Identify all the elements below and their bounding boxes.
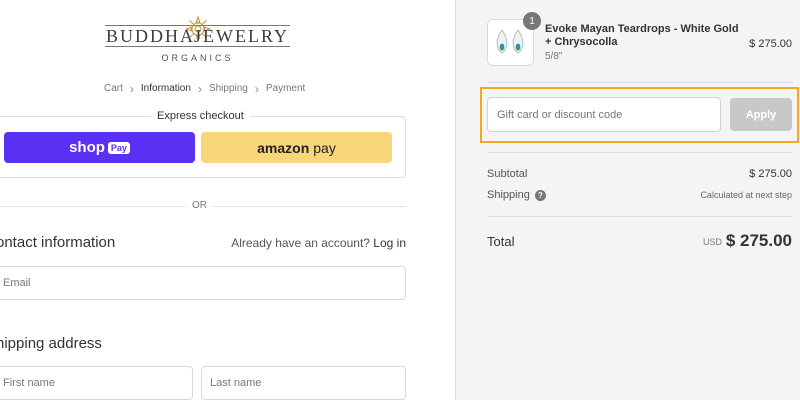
express-checkout: Express checkout shop Pay amazon pay bbox=[0, 110, 406, 178]
subtotal-label: Subtotal bbox=[487, 168, 528, 180]
checkout-main: BUDDHA JEWELRY ORGANICS Cart › Informati… bbox=[0, 0, 455, 400]
account-prompt-text: Already have an account? bbox=[231, 236, 370, 250]
total-value: $ 275.00 bbox=[725, 231, 792, 250]
breadcrumb-cart[interactable]: Cart bbox=[104, 83, 123, 94]
express-checkout-title: Express checkout bbox=[151, 110, 250, 122]
amazon-pay-label: amazon bbox=[257, 139, 310, 156]
subtotal-value: $ 275.00 bbox=[749, 168, 792, 180]
shipping-address-title: hipping address bbox=[0, 335, 102, 352]
total-label: Total bbox=[487, 234, 515, 249]
divider-or: OR bbox=[186, 200, 213, 211]
brand-word-2: JEWELRY bbox=[193, 25, 290, 47]
shipping-label-row: Shipping ? bbox=[487, 189, 546, 201]
breadcrumb-payment: Payment bbox=[265, 83, 306, 94]
brand-subtitle: ORGANICS bbox=[161, 53, 234, 63]
product-variant: 5/8" bbox=[545, 51, 563, 62]
question-icon[interactable]: ? bbox=[534, 189, 546, 201]
contact-information-title: ontact information bbox=[0, 234, 116, 251]
amazon-pay-button[interactable]: amazon pay bbox=[201, 132, 392, 163]
brand-logo[interactable]: BUDDHA JEWELRY ORGANICS bbox=[105, 16, 290, 66]
shop-pay-label: shop bbox=[69, 139, 105, 156]
chevron-right-icon: › bbox=[197, 81, 202, 96]
breadcrumb-information: Information bbox=[140, 83, 191, 94]
discount-code-input[interactable]: Gift card or discount code bbox=[487, 97, 721, 132]
divider-line bbox=[487, 216, 793, 217]
chevron-right-icon: › bbox=[254, 81, 259, 96]
quantity-badge: 1 bbox=[523, 12, 541, 30]
shipping-label: Shipping bbox=[487, 189, 530, 201]
apply-discount-button[interactable]: Apply bbox=[730, 98, 792, 131]
brand-word-1: BUDDHA bbox=[105, 25, 197, 47]
last-name-field[interactable]: Last name bbox=[201, 366, 406, 400]
product-thumbnail: 1 bbox=[487, 12, 541, 66]
breadcrumb: Cart › Information › Shipping › Payment bbox=[104, 81, 306, 96]
shipping-value: Calculated at next step bbox=[700, 190, 792, 200]
product-price: $ 275.00 bbox=[749, 38, 792, 50]
account-prompt: Already have an account? Log in bbox=[231, 236, 406, 250]
login-link[interactable]: Log in bbox=[373, 236, 406, 250]
total-currency: USD bbox=[702, 237, 722, 247]
product-name: Evoke Mayan Teardrops - White Gold + Chr… bbox=[545, 23, 739, 48]
first-name-field[interactable]: First name bbox=[0, 366, 193, 400]
chevron-right-icon: › bbox=[129, 81, 134, 96]
shop-pay-badge: Pay bbox=[107, 141, 130, 154]
shop-pay-button[interactable]: shop Pay bbox=[4, 132, 195, 163]
divider-line bbox=[487, 152, 793, 153]
order-summary: 1 Evoke Mayan Teardrops - White Gold + C… bbox=[455, 0, 800, 400]
amazon-pay-suffix: pay bbox=[313, 139, 336, 156]
breadcrumb-shipping: Shipping bbox=[208, 83, 248, 94]
email-field[interactable]: Email bbox=[0, 266, 406, 300]
divider-line bbox=[487, 82, 793, 83]
